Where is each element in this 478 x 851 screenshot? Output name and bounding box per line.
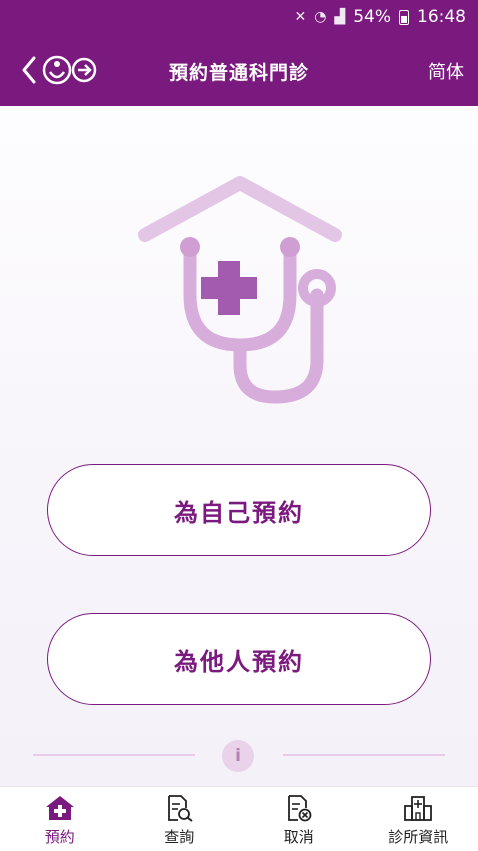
stethoscope-house-icon bbox=[135, 175, 345, 405]
clinic-building-icon bbox=[403, 794, 433, 822]
nav-label: 查詢 bbox=[164, 826, 194, 847]
app-header: ✕ ◔ ▟ 54% 16:48 預約普通科門診 简体 bbox=[0, 0, 478, 106]
nav-item-clinic-info[interactable]: 診所資訊 bbox=[359, 787, 478, 851]
nav-label: 取消 bbox=[284, 826, 314, 847]
home-plus-icon bbox=[45, 794, 75, 822]
book-for-self-button[interactable]: 為自己預約 bbox=[47, 464, 431, 556]
clock: 16:48 bbox=[417, 7, 466, 27]
nav-label: 預約 bbox=[45, 826, 75, 847]
bottom-navigation: 預約 查詢 取消 bbox=[0, 786, 478, 851]
signal-icon: ▟ bbox=[334, 9, 345, 25]
divider-line-right bbox=[283, 754, 445, 756]
mute-icon: ✕ bbox=[294, 9, 306, 25]
info-icon[interactable]: i bbox=[222, 740, 254, 772]
document-search-icon bbox=[164, 794, 194, 822]
page-title: 預約普通科門診 bbox=[0, 58, 478, 85]
clinic-illustration bbox=[135, 175, 345, 405]
nav-item-cancel[interactable]: 取消 bbox=[239, 787, 359, 851]
wifi-icon: ◔ bbox=[314, 9, 326, 25]
language-toggle[interactable]: 简体 bbox=[428, 58, 464, 84]
nav-label: 診所資訊 bbox=[388, 826, 448, 847]
battery-icon bbox=[399, 10, 409, 25]
status-bar: ✕ ◔ ▟ 54% 16:48 bbox=[294, 0, 466, 34]
nav-item-booking[interactable]: 預約 bbox=[0, 787, 120, 851]
battery-percent: 54% bbox=[353, 7, 391, 27]
nav-item-enquiry[interactable]: 查詢 bbox=[120, 787, 240, 851]
info-divider: i bbox=[0, 740, 478, 770]
book-for-others-button[interactable]: 為他人預約 bbox=[47, 613, 431, 705]
divider-line-left bbox=[33, 754, 195, 756]
document-cancel-icon bbox=[284, 794, 314, 822]
